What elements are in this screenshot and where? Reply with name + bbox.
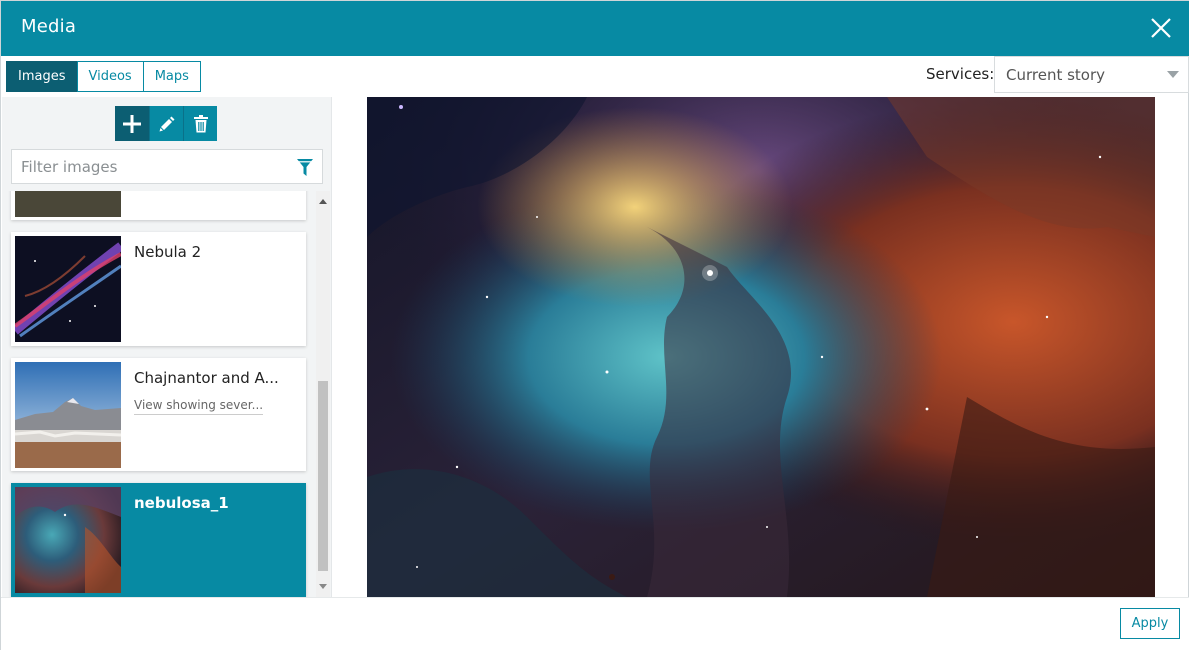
list-item[interactable]: Chajnantor and A... View showing sever..… bbox=[11, 358, 306, 471]
filter-icon[interactable] bbox=[297, 159, 313, 177]
image-thumbnail-graphic bbox=[15, 236, 121, 342]
edit-image-button[interactable] bbox=[149, 106, 183, 141]
apply-button[interactable]: Apply bbox=[1120, 608, 1180, 639]
scroll-up-arrow-icon[interactable] bbox=[319, 199, 327, 204]
close-icon[interactable] bbox=[1150, 17, 1172, 39]
image-thumbnail bbox=[15, 236, 121, 342]
tab-maps[interactable]: Maps bbox=[142, 61, 201, 92]
plus-icon bbox=[123, 114, 141, 133]
dialog-title: Media bbox=[21, 16, 77, 37]
image-thumbnail bbox=[15, 487, 121, 593]
dialog-header: Media bbox=[1, 1, 1189, 56]
delete-image-button[interactable] bbox=[183, 106, 217, 141]
filter-images-input[interactable] bbox=[12, 150, 292, 183]
image-toolbar bbox=[115, 106, 217, 141]
list-item[interactable] bbox=[11, 191, 306, 220]
scrollbar-thumb[interactable] bbox=[318, 381, 328, 571]
trash-icon bbox=[193, 114, 208, 132]
list-item-selected[interactable]: nebulosa_1 bbox=[11, 483, 306, 597]
tab-images[interactable]: Images bbox=[6, 61, 78, 92]
services-label: Services: bbox=[926, 65, 995, 83]
image-name: Chajnantor and A... bbox=[134, 369, 279, 387]
media-dialog: Media Images Videos Maps Services: Curre… bbox=[0, 0, 1189, 650]
media-type-tabs: Images Videos Maps bbox=[6, 61, 201, 92]
image-preview bbox=[367, 97, 1155, 597]
image-thumbnail bbox=[15, 191, 121, 217]
image-thumbnail-graphic bbox=[15, 362, 121, 468]
filter-images-field bbox=[11, 149, 323, 184]
list-item[interactable]: Nebula 2 bbox=[11, 232, 306, 346]
tab-videos[interactable]: Videos bbox=[76, 61, 144, 92]
image-name: nebulosa_1 bbox=[134, 494, 229, 512]
image-name: Nebula 2 bbox=[134, 243, 202, 261]
services-selected-value: Current story bbox=[1006, 66, 1106, 84]
pencil-icon bbox=[159, 116, 174, 131]
image-thumbnail-graphic bbox=[15, 191, 121, 217]
services-select[interactable]: Current story bbox=[994, 56, 1189, 93]
preview-nebula-image bbox=[367, 97, 1155, 597]
dialog-footer bbox=[1, 597, 1189, 650]
scroll-down-arrow-icon[interactable] bbox=[319, 584, 327, 589]
add-image-button[interactable] bbox=[115, 106, 149, 141]
chevron-down-icon bbox=[1167, 71, 1179, 78]
image-description: View showing sever... bbox=[134, 398, 264, 415]
image-thumbnail bbox=[15, 362, 121, 468]
image-list: Nebula 2 Chajnantor and A... View showin… bbox=[2, 191, 316, 597]
image-list-scrollbar[interactable] bbox=[316, 191, 330, 597]
image-thumbnail-graphic bbox=[15, 487, 121, 593]
